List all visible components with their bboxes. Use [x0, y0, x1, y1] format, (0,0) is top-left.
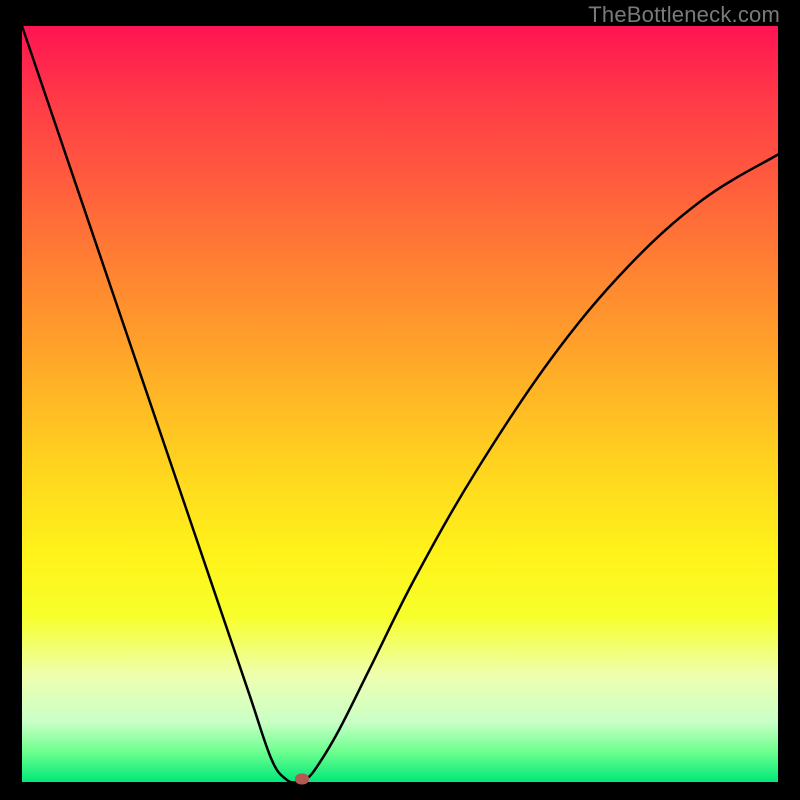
bottleneck-curve: [22, 26, 778, 782]
plot-area: [22, 26, 778, 782]
chart-frame: TheBottleneck.com: [0, 0, 800, 800]
bottleneck-marker: [295, 774, 309, 785]
attribution-text: TheBottleneck.com: [588, 2, 780, 28]
